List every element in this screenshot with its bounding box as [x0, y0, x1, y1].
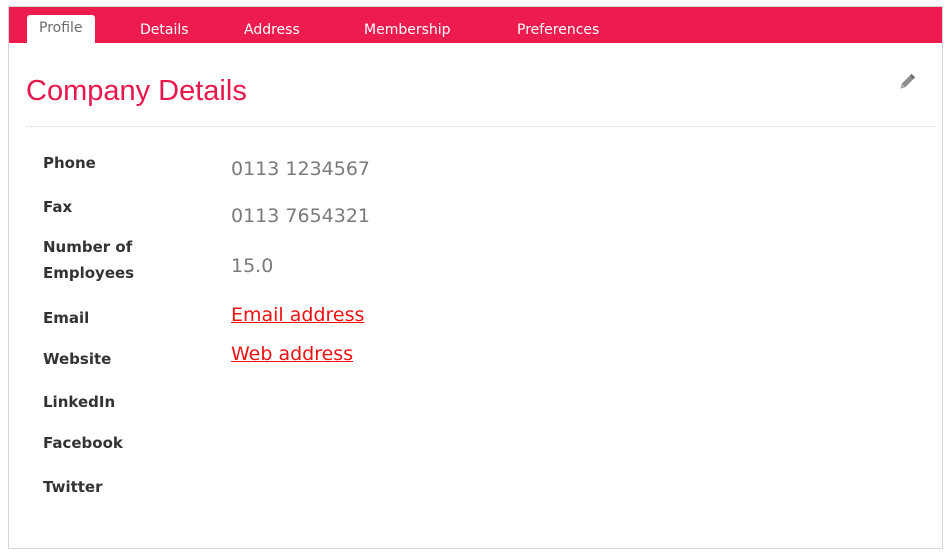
company-profile-panel: Profile Details Address Membership Prefe…	[8, 6, 943, 549]
twitter-label: Twitter	[43, 478, 103, 496]
tab-membership[interactable]: Membership	[364, 17, 451, 43]
phone-label: Phone	[43, 154, 96, 172]
website-link[interactable]: Web address	[231, 343, 353, 365]
tab-address[interactable]: Address	[244, 17, 300, 43]
website-label: Website	[43, 350, 112, 368]
page-title: Company Details	[26, 75, 247, 107]
employees-label-line1: Number of	[43, 238, 133, 256]
facebook-label: Facebook	[43, 434, 123, 452]
email-label: Email	[43, 309, 90, 327]
tab-details[interactable]: Details	[140, 17, 189, 43]
fax-value: 0113 7654321	[231, 205, 371, 227]
pencil-icon[interactable]	[896, 71, 918, 93]
title-divider	[26, 126, 936, 127]
phone-value: 0113 1234567	[231, 158, 371, 180]
tab-bar: Profile Details Address Membership Prefe…	[9, 7, 942, 43]
employees-label-line2: Employees	[43, 264, 135, 282]
tab-preferences[interactable]: Preferences	[517, 17, 599, 43]
email-link[interactable]: Email address	[231, 304, 364, 326]
tab-profile[interactable]: Profile	[27, 15, 95, 43]
fax-label: Fax	[43, 198, 73, 216]
linkedin-label: LinkedIn	[43, 393, 116, 411]
employees-value: 15.0	[231, 255, 274, 277]
